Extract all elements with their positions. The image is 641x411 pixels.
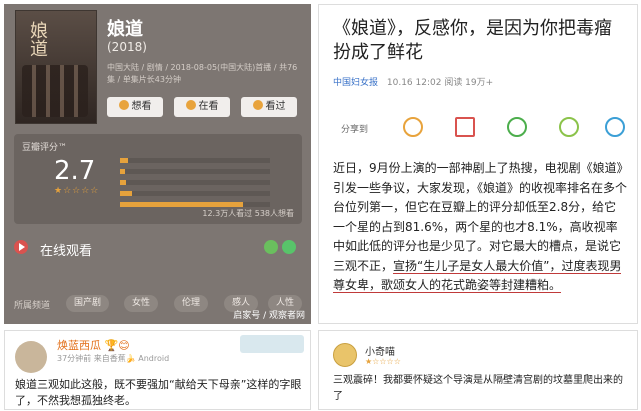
star-icon [252, 100, 263, 110]
comment-card-left: 焕蓝西瓜 🏆😊 37分钟前 来自香蕉🍌 Android 娘道三观如此这般，既不要… [4, 330, 311, 410]
movie-card: 娘道 娘道 (2018) 中国大陆 / 剧情 / 2018-08-05(中国大陆… [4, 4, 311, 324]
mail-icon[interactable] [455, 117, 475, 137]
article-title: 《娘道》，反感你，是因为你把毒瘤扮成了鲜花 [333, 18, 612, 63]
tag-chip[interactable]: 国产剧 [66, 295, 110, 312]
watched-button[interactable]: 看过 [241, 97, 297, 117]
rating-score: 2.7 [54, 156, 96, 186]
watch-online-row[interactable]: 在线观看 [14, 236, 302, 260]
movie-year: (2018) [107, 40, 147, 54]
article-time-reads: 10.16 12:02 阅读 19万+ [386, 78, 494, 88]
smile-icon [118, 100, 129, 110]
tag-chip[interactable]: 伦理 [174, 295, 209, 312]
qq-icon[interactable] [605, 117, 625, 137]
comment-meta: 37分钟前 来自香蕉🍌 Android [57, 354, 170, 363]
article-panel: 《娘道》，反感你，是因为你把毒瘤扮成了鲜花 中国妇女报 10.16 12:02 … [318, 4, 638, 324]
want-to-watch-button[interactable]: 想看 [107, 97, 163, 117]
decoration-image [240, 335, 304, 353]
comment-username[interactable]: 小奇喵 [365, 343, 395, 358]
weibo-icon[interactable] [403, 117, 423, 137]
article-source[interactable]: 中国妇女报 [333, 78, 378, 88]
rating-box: 豆瓣评分™ 2.7 ★☆☆☆☆ 12.3万人看过 538人想看 [14, 134, 302, 224]
article-body: 近日，9月份上演的一部神剧上了热搜，电视剧《娘道》引发一些争议，大家发现，《娘道… [333, 159, 628, 296]
avatar[interactable] [333, 343, 357, 367]
comment-stars: ★☆☆☆☆ [365, 357, 401, 366]
watermark: 启家号 / 观察者网 [233, 311, 305, 321]
moments-icon[interactable] [559, 117, 579, 137]
eye-icon [185, 100, 196, 110]
avatar[interactable] [15, 341, 47, 373]
wechat-icon[interactable] [507, 117, 527, 137]
watch-online-label: 在线观看 [40, 244, 93, 259]
movie-title: 娘道 [107, 19, 143, 40]
source-icon [264, 240, 278, 254]
comment-card-right: 小奇喵 ★☆☆☆☆ 三观震碎！我都要怀疑这个导演是从隔壁清宫剧的坟墓里爬出来的了 [318, 330, 638, 410]
rating-bar [120, 156, 290, 165]
arrow-icon [282, 240, 296, 254]
rating-bar [120, 167, 290, 176]
watching-button[interactable]: 在看 [174, 97, 230, 117]
comment-text: 三观震碎！我都要怀疑这个导演是从隔壁清宫剧的坟墓里爬出来的了 [333, 375, 623, 402]
play-icon [14, 240, 28, 254]
share-label: 分享到 [341, 125, 369, 135]
rating-distribution [120, 156, 290, 211]
article-source-line: 中国妇女报 10.16 12:02 阅读 19万+ [333, 75, 493, 88]
article-body-text: 近日，9月份上演的一部神剧上了热搜，电视剧《娘道》引发一些争议，大家发现，《娘道… [333, 161, 628, 273]
rating-counts: 12.3万人看过 538人想看 [202, 209, 294, 218]
poster-figures [22, 65, 88, 117]
rating-label: 豆瓣评分™ [22, 143, 68, 153]
rating-stars: ★☆☆☆☆ [54, 186, 100, 196]
movie-meta: 中国大陆 / 剧情 / 2018-08-05(中国大陆)首播 / 共76集 / … [107, 63, 298, 84]
poster-image[interactable]: 娘道 [15, 10, 97, 124]
rating-bar [120, 189, 290, 198]
share-bar: 分享到 [333, 117, 628, 141]
poster-title: 娘道 [27, 21, 48, 57]
comment-username[interactable]: 焕蓝西瓜 🏆😊 [57, 337, 130, 353]
tags-label: 所属频道 [14, 301, 51, 311]
rating-bar [120, 178, 290, 187]
tag-chip[interactable]: 女性 [124, 295, 159, 312]
comment-text: 娘道三观如此这般，既不要强加“献给天下母亲”这样的字眼了，不然我想孤独终老。 [15, 378, 302, 407]
